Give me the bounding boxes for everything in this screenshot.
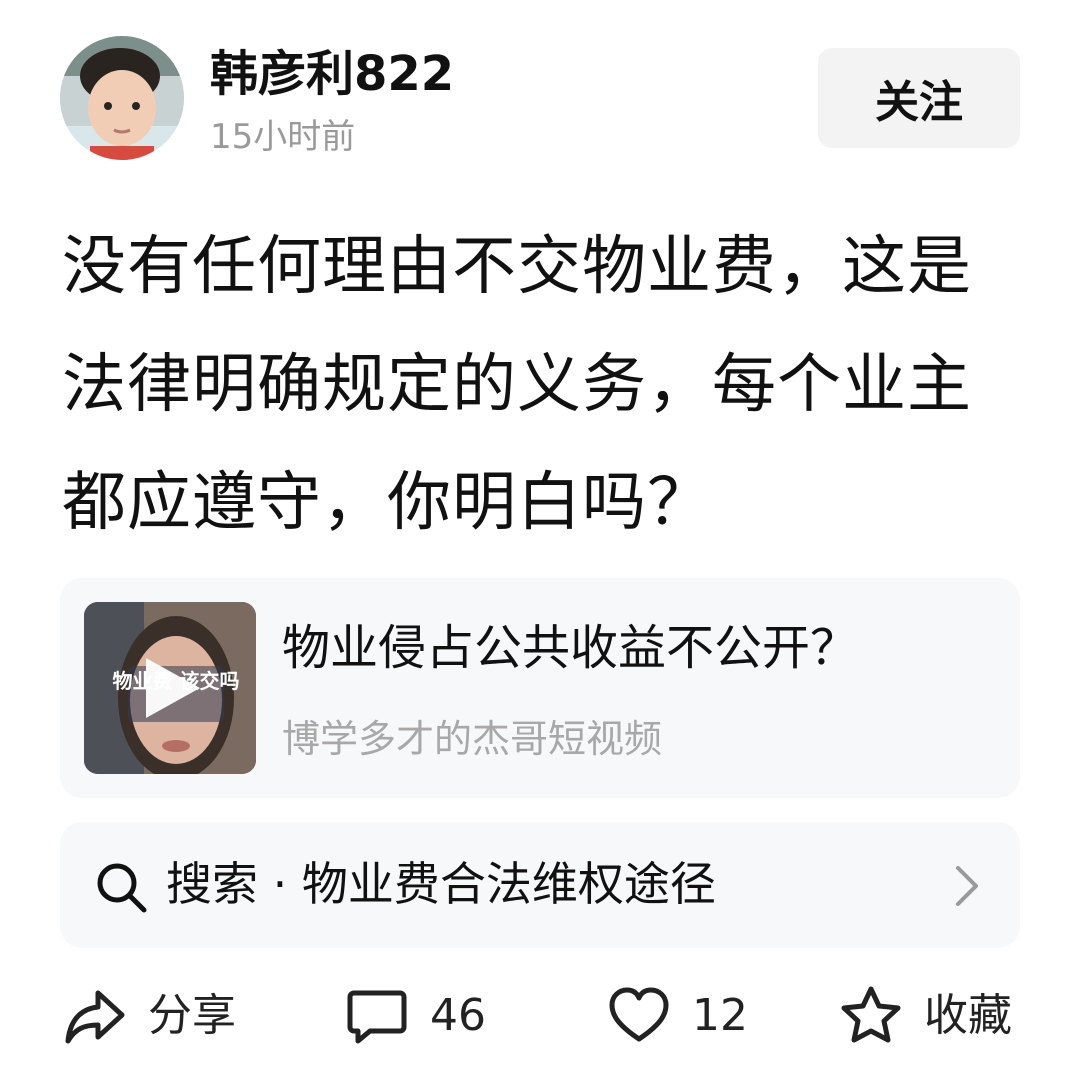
avatar[interactable]	[60, 36, 184, 160]
like-button[interactable]: 12	[608, 980, 748, 1052]
post-text: 没有任何理由不交物业费，这是法律明确规定的义务，每个业主都应遵守，你明白吗？	[62, 230, 972, 540]
post-time: 15小时前	[210, 117, 356, 157]
follow-button[interactable]: 关注	[818, 48, 1020, 148]
heart-icon	[609, 987, 669, 1042]
comment-icon	[347, 990, 407, 1044]
favorite-button[interactable]: 收藏	[840, 980, 1012, 1052]
share-button[interactable]: 分享	[64, 980, 236, 1052]
share-label: 分享	[148, 990, 236, 1041]
video-card[interactable]: 物业费 该交吗 物业侵占公共收益不公开？ 博学多才的杰哥短视频	[60, 578, 1020, 798]
video-title[interactable]: 物业侵占公共收益不公开？	[282, 616, 982, 680]
comment-button[interactable]: 46	[346, 980, 486, 1052]
video-thumbnail[interactable]: 物业费 该交吗	[84, 602, 256, 774]
star-icon	[841, 986, 901, 1043]
favorite-label: 收藏	[924, 990, 1012, 1041]
search-icon	[97, 863, 147, 913]
like-count: 12	[692, 990, 748, 1041]
search-suggestion-label: 搜索 · 物业费合法维权途径	[166, 857, 716, 911]
chevron-right-icon	[956, 866, 978, 906]
search-suggestion[interactable]: 搜索 · 物业费合法维权途径	[60, 822, 1020, 948]
author-name[interactable]: 韩彦利822	[210, 44, 454, 104]
video-source: 博学多才的杰哥短视频	[282, 717, 663, 761]
share-icon	[65, 990, 125, 1044]
play-icon[interactable]	[140, 654, 204, 722]
comment-count: 46	[430, 990, 486, 1041]
